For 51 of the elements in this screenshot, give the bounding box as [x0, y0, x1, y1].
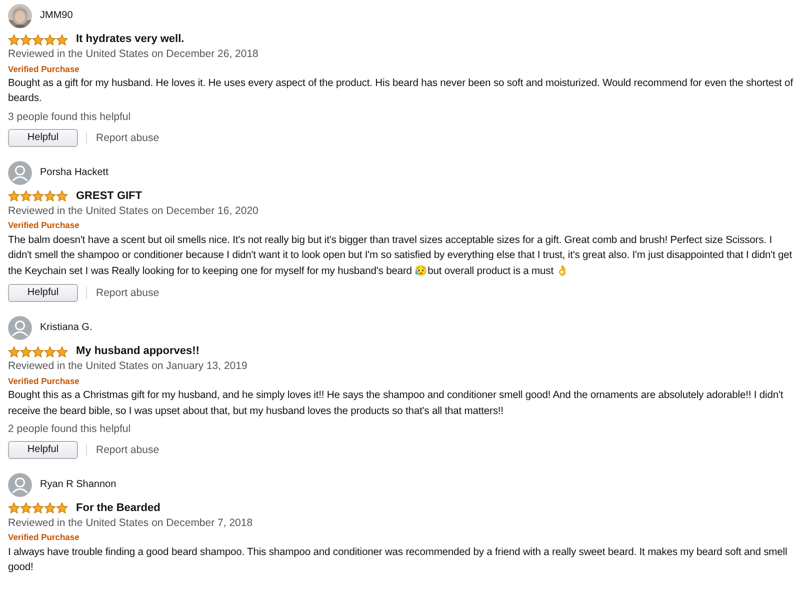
star-icon — [8, 346, 20, 358]
review-text: Bought as a gift for my husband. He loves it. He uses every aspect of the product. His beard has never been so soft and moisturized. Would recommend for even the shortest of beards. — [8, 76, 794, 106]
avatar-icon — [8, 472, 32, 497]
review-text: Bought this as a Christmas gift for my husband, and he simply loves it!! He says the shampoo and conditioner smell good! And the ornaments are absolutely adorable!! I didn't receive the beard bible, so I was upset about that, but my husband loves the products so that's all that matters!! — [8, 389, 784, 418]
review-text: The balm doesn't have a scent but oil smells nice. It's not really big but it's bigger than travel sizes acceptable sizes for a gift. Great comb and brush! Perfect size Scissors. I didn't smell the shampoo or conditioner because I didn't want it to look open but I'm so satisfied by everything else that I trust, it's great also. I'm just disappointed that I didn't get the Keychain set I was Really looking for to keeping one for myself for my husband's beard 😥but overall product is a must 👌 — [8, 234, 794, 279]
star-icon — [56, 502, 68, 514]
avatar-icon — [8, 160, 32, 185]
review-date: Reviewed in the United States on December 16, 2020 — [8, 204, 260, 218]
star-icon — [56, 346, 68, 358]
star-icon — [32, 346, 44, 358]
avatar-icon — [8, 316, 32, 340]
author-name: Porsha Hackett — [40, 166, 108, 179]
helpful-count: 2 people found this helpful — [8, 423, 132, 436]
helpful-button[interactable]: Helpful — [8, 284, 78, 302]
star-icon — [32, 190, 44, 202]
star-icon — [32, 34, 44, 46]
star-icon — [8, 34, 20, 46]
star-icon — [44, 190, 56, 202]
review-text: I always have trouble finding a good beard shampoo. This shampoo and conditioner was recommended by a friend with a really sweet beard. It makes my beard soft and smell good! — [8, 546, 788, 576]
verified-purchase-label: Verified Purchase — [8, 64, 80, 74]
report-abuse-link[interactable]: Report abuse — [86, 444, 160, 456]
review-date: Reviewed in the United States on January 13, 2019 — [8, 360, 248, 373]
review-date: Reviewed in the United States on December 26, 2018 — [8, 48, 260, 61]
star-icon — [20, 190, 32, 202]
report-abuse-link[interactable]: Report abuse — [86, 287, 160, 300]
star-icon — [20, 502, 32, 514]
review-title: My husband apporves!! — [76, 345, 200, 358]
author-name: Ryan R Shannon — [40, 478, 116, 491]
verified-purchase-label: Verified Purchase — [8, 532, 80, 543]
star-icon — [8, 190, 20, 202]
report-abuse-link[interactable]: Report abuse — [86, 132, 160, 144]
verified-purchase-label: Verified Purchase — [8, 376, 80, 386]
star-icon — [20, 34, 32, 46]
star-icon — [44, 34, 56, 46]
star-icon — [44, 346, 56, 358]
verified-purchase-label: Verified Purchase — [8, 220, 80, 231]
star-icon — [8, 502, 20, 514]
helpful-button[interactable]: Helpful — [8, 128, 78, 147]
review-title: For the Bearded — [76, 502, 160, 515]
star-icon — [20, 346, 32, 358]
review-title: GREST GIFT — [76, 190, 142, 203]
helpful-button[interactable]: Helpful — [8, 440, 78, 459]
author-name: Kristiana G. — [40, 322, 92, 334]
star-icon — [56, 190, 68, 202]
star-icon — [56, 34, 68, 46]
review-title: It hydrates very well. — [76, 33, 184, 46]
author-name: JMM90 — [40, 10, 73, 22]
review-date: Reviewed in the United States on December 7, 2018 — [8, 516, 254, 530]
helpful-count: 3 people found this helpful — [8, 110, 132, 124]
star-icon — [32, 502, 44, 514]
star-icon — [44, 502, 56, 514]
